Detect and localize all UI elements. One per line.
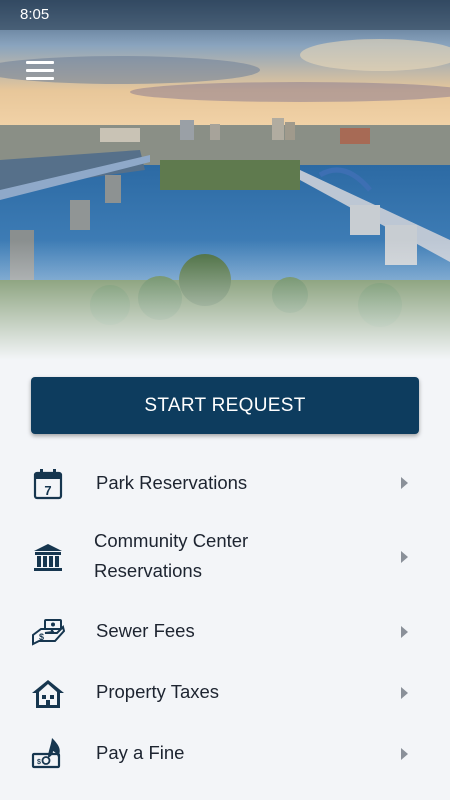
start-request-button[interactable]: START REQUEST	[31, 377, 419, 434]
menu-item-label-line1: Community Center	[94, 530, 249, 551]
menu-item-pay-a-fine[interactable]: $ Pay a Fine	[0, 733, 450, 775]
status-time: 8:05	[20, 6, 50, 23]
menu-icon[interactable]	[26, 61, 54, 81]
menu-item-community-center-reservations[interactable]: Community Center Reservations	[0, 526, 450, 588]
menu-item-label-line2: Reservations	[94, 560, 202, 581]
building-icon	[30, 539, 66, 575]
money-fire-icon: $	[30, 735, 66, 771]
calendar-icon: 7	[30, 466, 66, 502]
svg-text:$: $	[37, 759, 41, 766]
hero-image	[0, 0, 450, 360]
status-bar: 8:05	[0, 0, 450, 30]
menu-item-sewer-fees[interactable]: $ Sewer Fees	[0, 611, 450, 653]
chevron-right-icon	[401, 551, 408, 563]
chevron-right-icon	[401, 626, 408, 638]
chevron-right-icon	[401, 748, 408, 760]
menu-item-label: Sewer Fees	[96, 620, 195, 641]
start-request-label: START REQUEST	[144, 394, 306, 416]
menu-item-label: Park Reservations	[96, 472, 248, 493]
menu-item-label: Property Taxes	[96, 681, 220, 702]
svg-text:7: 7	[44, 483, 51, 498]
chevron-right-icon	[401, 687, 408, 699]
menu-item-park-reservations[interactable]: 7 Park Reservations	[0, 462, 450, 504]
svg-text:$: $	[39, 632, 44, 642]
chevron-right-icon	[401, 477, 408, 489]
menu-item-label: Pay a Fine	[96, 742, 185, 763]
menu-item-property-taxes[interactable]: Property Taxes	[0, 672, 450, 714]
hand-money-icon: $	[30, 614, 66, 650]
house-icon	[30, 676, 66, 712]
